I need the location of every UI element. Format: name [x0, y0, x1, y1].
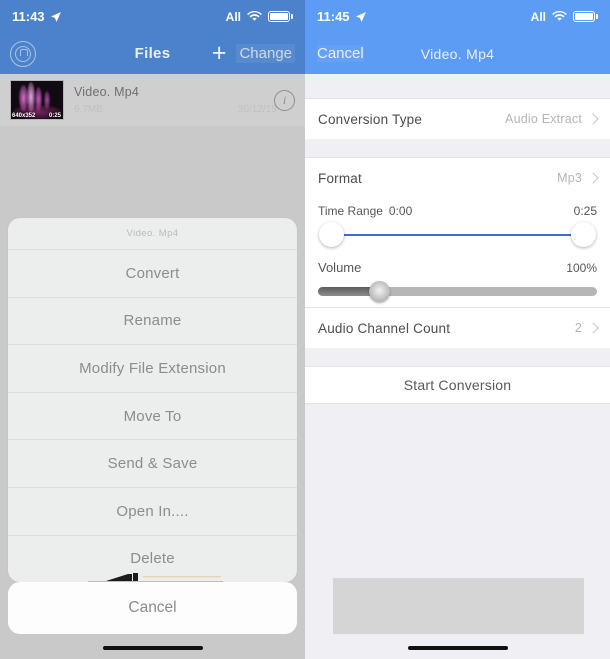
chevron-right-icon	[587, 113, 599, 125]
time-range-label: Time Range	[318, 204, 383, 218]
nav-bar-actions: + Change	[212, 41, 295, 66]
time-range-start: 0:00	[388, 204, 413, 218]
wifi-icon	[552, 11, 567, 21]
status-bar-left: 11:45	[317, 9, 367, 24]
info-icon[interactable]: i	[274, 89, 295, 111]
action-sheet-item-open-in[interactable]: Open In....	[8, 486, 297, 535]
change-button[interactable]: Change	[236, 44, 295, 63]
carrier-label: All	[225, 9, 241, 24]
audio-channel-count-label: Audio Channel Count	[318, 320, 451, 336]
right-phone-screen: 11:45 All Cancel Video. Mp4 Conversion T…	[305, 0, 610, 659]
time-range-track	[331, 234, 584, 236]
right-status-bar: 11:45 All	[305, 0, 610, 33]
file-meta: 6.7MB 30/12/19	[74, 104, 277, 115]
action-sheet-item-rename[interactable]: Rename	[8, 296, 297, 345]
action-sheet-title: Video. Mp4	[126, 228, 179, 239]
action-sheet-item-move-to[interactable]: Move To	[8, 391, 297, 440]
row-audio-channel-count[interactable]: Audio Channel Count 2	[305, 308, 610, 348]
file-date: 30/12/19	[237, 104, 277, 115]
left-status-bar: 11:43 All	[0, 0, 305, 33]
chevron-right-icon	[587, 172, 599, 184]
audio-channel-count-value: 2	[574, 321, 582, 335]
home-indicator	[407, 646, 508, 650]
location-arrow-icon	[50, 11, 61, 22]
status-bar-right: All	[226, 10, 293, 24]
right-nav-bar: Cancel Video. Mp4	[305, 33, 610, 74]
cancel-button[interactable]: Cancel	[317, 45, 364, 62]
home-indicator	[102, 646, 203, 650]
action-sheet-item-modify-file-extension[interactable]: Modify File Extension	[8, 344, 297, 392]
row-conversion-type[interactable]: Conversion Type Audio Extract	[305, 99, 610, 139]
conversion-type-label: Conversion Type	[318, 111, 423, 127]
video-thumbnail: 640x352 0:25	[10, 80, 64, 120]
status-bar-left: 11:43	[12, 9, 62, 24]
time-range-header: Time Range 0:00 0:25	[318, 198, 597, 218]
volume-handle[interactable]	[369, 281, 391, 302]
left-phone-screen: 11:43 All Files + Change 640x352 0:25 Vi…	[0, 0, 305, 659]
file-info: Video. Mp4 6.7MB 30/12/19	[74, 85, 277, 115]
volume-value: 100%	[566, 261, 597, 275]
ad-placeholder[interactable]	[333, 578, 584, 634]
format-label: Format	[318, 170, 362, 186]
battery-icon	[268, 11, 293, 22]
volume-slider[interactable]	[318, 279, 597, 303]
section-gap	[305, 348, 610, 366]
start-conversion-button[interactable]: Start Conversion	[305, 367, 610, 403]
status-bar-time: 11:43	[12, 9, 45, 24]
time-range-slider[interactable]	[319, 218, 596, 252]
location-arrow-icon	[355, 11, 366, 22]
thumbnail-resolution: 640x352	[12, 113, 36, 119]
dual-screenshot-container: 11:43 All Files + Change 640x352 0:25 Vi…	[0, 0, 610, 659]
format-value: Mp3	[557, 171, 582, 185]
row-format[interactable]: Format Mp3	[305, 158, 610, 198]
file-size: 6.7MB	[74, 104, 103, 115]
time-range-end: 0:25	[573, 204, 597, 218]
time-range-panel: Time Range 0:00 0:25	[305, 198, 610, 256]
file-list-item[interactable]: 640x352 0:25 Video. Mp4 6.7MB 30/12/19 i	[0, 74, 305, 126]
section-gap-top	[305, 74, 610, 98]
status-bar-right: All	[531, 10, 598, 24]
carrier-label: All	[530, 9, 546, 24]
thumbnail-duration: 0:25	[48, 113, 61, 119]
wifi-icon	[247, 11, 262, 21]
battery-icon	[573, 11, 598, 22]
action-sheet: Video. Mp4 Convert Rename Modify File Ex…	[8, 218, 297, 583]
volume-header: Volume 100%	[318, 256, 597, 275]
time-range-end-handle[interactable]	[571, 222, 596, 247]
divider	[305, 403, 610, 404]
volume-panel: Volume 100%	[305, 256, 610, 307]
chevron-right-icon	[587, 322, 599, 334]
action-sheet-item-convert[interactable]: Convert	[8, 249, 297, 297]
left-nav-bar: Files + Change	[0, 33, 305, 74]
time-range-start-handle[interactable]	[319, 222, 344, 247]
section-gap	[305, 139, 610, 157]
file-name: Video. Mp4	[74, 85, 140, 99]
add-button[interactable]: +	[212, 41, 227, 66]
action-sheet-cancel-button[interactable]: Cancel	[8, 582, 297, 634]
status-bar-time: 11:45	[317, 9, 350, 24]
conversion-type-value: Audio Extract	[505, 112, 582, 126]
action-sheet-item-send-and-save[interactable]: Send & Save	[8, 439, 297, 487]
volume-label: Volume	[318, 260, 362, 275]
